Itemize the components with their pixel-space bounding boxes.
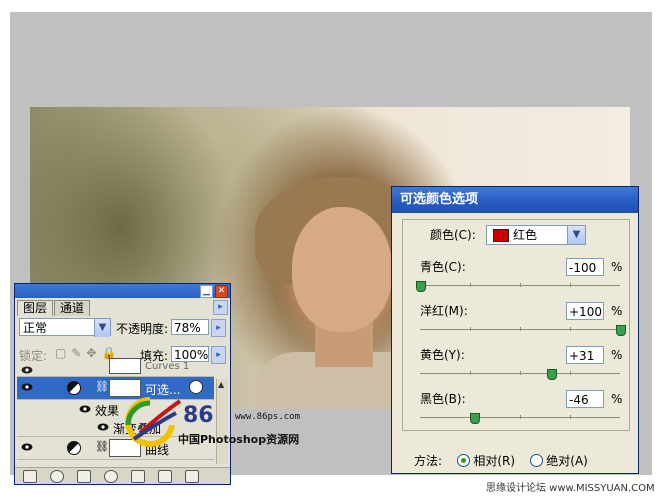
percent-sign: % xyxy=(611,392,623,406)
slider-tick xyxy=(520,283,521,287)
fill-field[interactable]: 100% xyxy=(171,346,209,362)
slider-thumb[interactable] xyxy=(470,413,480,424)
eye-icon[interactable] xyxy=(21,443,33,451)
add-mask-icon[interactable] xyxy=(77,470,91,483)
slider-tick xyxy=(520,327,521,331)
blend-mode-select[interactable]: 正常 ▼ xyxy=(19,318,111,337)
tab-channels[interactable]: 通道 xyxy=(54,300,91,316)
slider-tick xyxy=(570,283,571,287)
fill-arrow-icon[interactable]: ▸ xyxy=(211,346,226,364)
scroll-up-icon[interactable]: ▲ xyxy=(218,380,224,389)
layer-name[interactable]: Curves 1 xyxy=(145,361,189,372)
layer-style-icon[interactable] xyxy=(50,470,64,483)
watermark-caption: 中国Photoshop资源网 xyxy=(178,433,300,446)
slider-tick xyxy=(570,415,571,419)
slider-thumb[interactable] xyxy=(616,325,626,336)
effects-icon[interactable] xyxy=(189,380,203,394)
new-group-icon[interactable] xyxy=(131,470,145,483)
slider-tick xyxy=(470,283,471,287)
dialog-title: 可选颜色选项 xyxy=(392,187,638,213)
link-layers-icon[interactable] xyxy=(23,470,37,483)
chevron-down-icon[interactable]: ▼ xyxy=(567,226,585,244)
slider-value-field[interactable]: -46 xyxy=(566,390,604,408)
slider-label: 黄色(Y): xyxy=(420,348,465,362)
adjustment-icon xyxy=(67,441,81,455)
slider-tick xyxy=(520,415,521,419)
percent-sign: % xyxy=(611,304,623,318)
colors-select[interactable]: 红色 ▼ xyxy=(486,225,586,245)
layers-panel-titlebar[interactable]: ▁ ✕ xyxy=(15,284,230,298)
eye-icon[interactable] xyxy=(21,383,33,391)
slider-track[interactable] xyxy=(420,371,620,375)
layer-row-selected[interactable]: ⛓ 可选... xyxy=(17,377,214,400)
slider-track[interactable] xyxy=(420,415,620,419)
method-group: 方法: 相对(R) 绝对(A) xyxy=(414,452,588,469)
photo-face xyxy=(292,207,392,332)
percent-sign: % xyxy=(611,348,623,362)
slider-value-field[interactable]: +31 xyxy=(566,346,604,364)
trash-icon[interactable] xyxy=(185,470,199,483)
slider-tick xyxy=(520,371,521,375)
tab-layers[interactable]: 图层 xyxy=(17,300,54,316)
selective-color-dialog: 可选颜色选项 颜色(C): 红色 ▼ 方法: 相对(R) 绝对(A) 青色(C)… xyxy=(391,186,639,474)
layer-row[interactable]: Curves 1 xyxy=(17,358,214,377)
lock-label: 锁定: xyxy=(19,349,48,363)
slider-value-field[interactable]: +100 xyxy=(566,302,604,320)
opacity-arrow-icon[interactable]: ▸ xyxy=(211,319,226,337)
method-relative-radio[interactable] xyxy=(457,454,471,467)
adjustment-icon xyxy=(67,381,81,395)
minimize-icon[interactable]: ▁ xyxy=(200,285,213,298)
layers-panel: ▁ ✕ 图层 通道 ▸ 正常 ▼ 不透明度: 78% ▸ 锁定: ▢✎✥🔒 填充:… xyxy=(14,283,231,485)
eye-icon[interactable] xyxy=(79,405,91,413)
opacity-field[interactable]: 78% xyxy=(171,319,209,335)
chevron-down-icon[interactable]: ▼ xyxy=(94,319,110,337)
panel-menu-icon[interactable]: ▸ xyxy=(213,300,228,315)
method-relative-label[interactable]: 相对(R) xyxy=(473,454,515,468)
color-swatch xyxy=(493,229,509,242)
layers-scrollbar[interactable]: ▲ xyxy=(216,379,228,464)
method-label: 方法: xyxy=(414,454,443,468)
eye-icon[interactable] xyxy=(97,423,109,431)
method-absolute-label[interactable]: 绝对(A) xyxy=(546,454,588,468)
new-layer-icon[interactable] xyxy=(158,470,172,483)
slider-label: 黑色(B): xyxy=(420,392,466,406)
slider-value-field[interactable]: -100 xyxy=(566,258,604,276)
site-credit: 思缘设计论坛 www.MISSYUAN.COM xyxy=(486,483,655,494)
slider-track[interactable] xyxy=(420,283,620,287)
slider-label: 洋红(M): xyxy=(420,304,468,318)
slider-tick xyxy=(570,327,571,331)
method-absolute-radio[interactable] xyxy=(530,454,544,467)
effects-label: 效果 xyxy=(95,404,120,418)
layers-bottom-toolbar xyxy=(15,467,230,484)
watermark-logo-icon xyxy=(125,397,182,447)
link-icon[interactable]: ⛓ xyxy=(95,380,109,393)
layer-thumbnail xyxy=(109,358,141,374)
colors-label: 颜色(C): xyxy=(430,228,476,242)
slider-tick xyxy=(570,371,571,375)
watermark-url: www.86ps.com xyxy=(235,412,301,422)
blend-mode-value: 正常 xyxy=(23,321,48,335)
opacity-label: 不透明度: xyxy=(116,322,169,336)
slider-tick xyxy=(470,371,471,375)
link-icon[interactable]: ⛓ xyxy=(95,440,109,453)
slider-track[interactable] xyxy=(420,327,620,331)
slider-label: 青色(C): xyxy=(420,260,466,274)
slider-thumb[interactable] xyxy=(547,369,557,380)
new-adjustment-icon[interactable] xyxy=(104,470,118,483)
percent-sign: % xyxy=(611,260,623,274)
layers-tabs: 图层 通道 xyxy=(17,300,91,316)
slider-tick xyxy=(470,327,471,331)
close-icon[interactable]: ✕ xyxy=(215,285,228,298)
watermark-number: 86 xyxy=(183,403,214,428)
colors-value: 红色 xyxy=(513,228,538,242)
slider-thumb[interactable] xyxy=(416,281,426,292)
eye-icon[interactable] xyxy=(21,366,33,374)
